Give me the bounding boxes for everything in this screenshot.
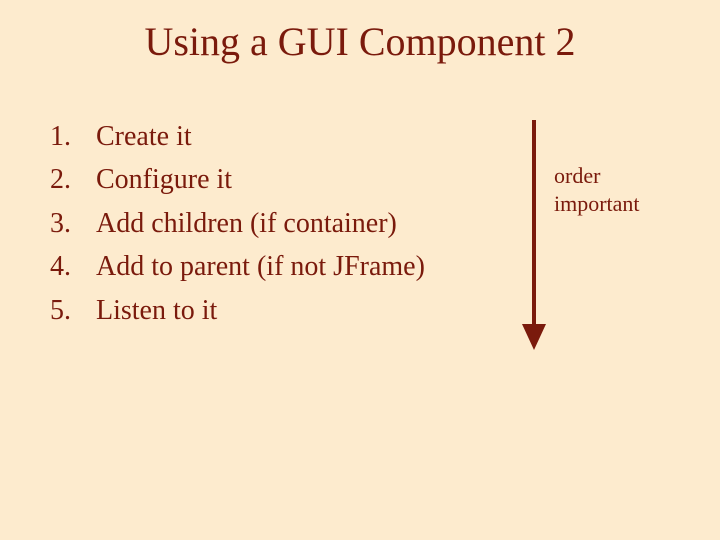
list-item-number: 2.: [50, 158, 96, 201]
list-item: 3. Add children (if container): [50, 202, 425, 245]
list-item: 2. Configure it: [50, 158, 425, 201]
list-item-number: 1.: [50, 115, 96, 158]
list-item: 5. Listen to it: [50, 289, 425, 332]
steps-list: 1. Create it 2. Configure it 3. Add chil…: [50, 115, 425, 332]
list-item-text: Add children (if container): [96, 202, 397, 245]
list-item-text: Configure it: [96, 158, 232, 201]
down-arrow-icon: [520, 120, 548, 350]
list-item-text: Create it: [96, 115, 192, 158]
list-item: 1. Create it: [50, 115, 425, 158]
list-item: 4. Add to parent (if not JFrame): [50, 245, 425, 288]
order-important-note: order important: [554, 162, 640, 217]
list-item-text: Add to parent (if not JFrame): [96, 245, 425, 288]
note-line: order: [554, 162, 640, 190]
slide-title: Using a GUI Component 2: [0, 18, 720, 65]
note-line: important: [554, 190, 640, 218]
list-item-number: 3.: [50, 202, 96, 245]
list-item-number: 5.: [50, 289, 96, 332]
list-item-text: Listen to it: [96, 289, 217, 332]
list-item-number: 4.: [50, 245, 96, 288]
